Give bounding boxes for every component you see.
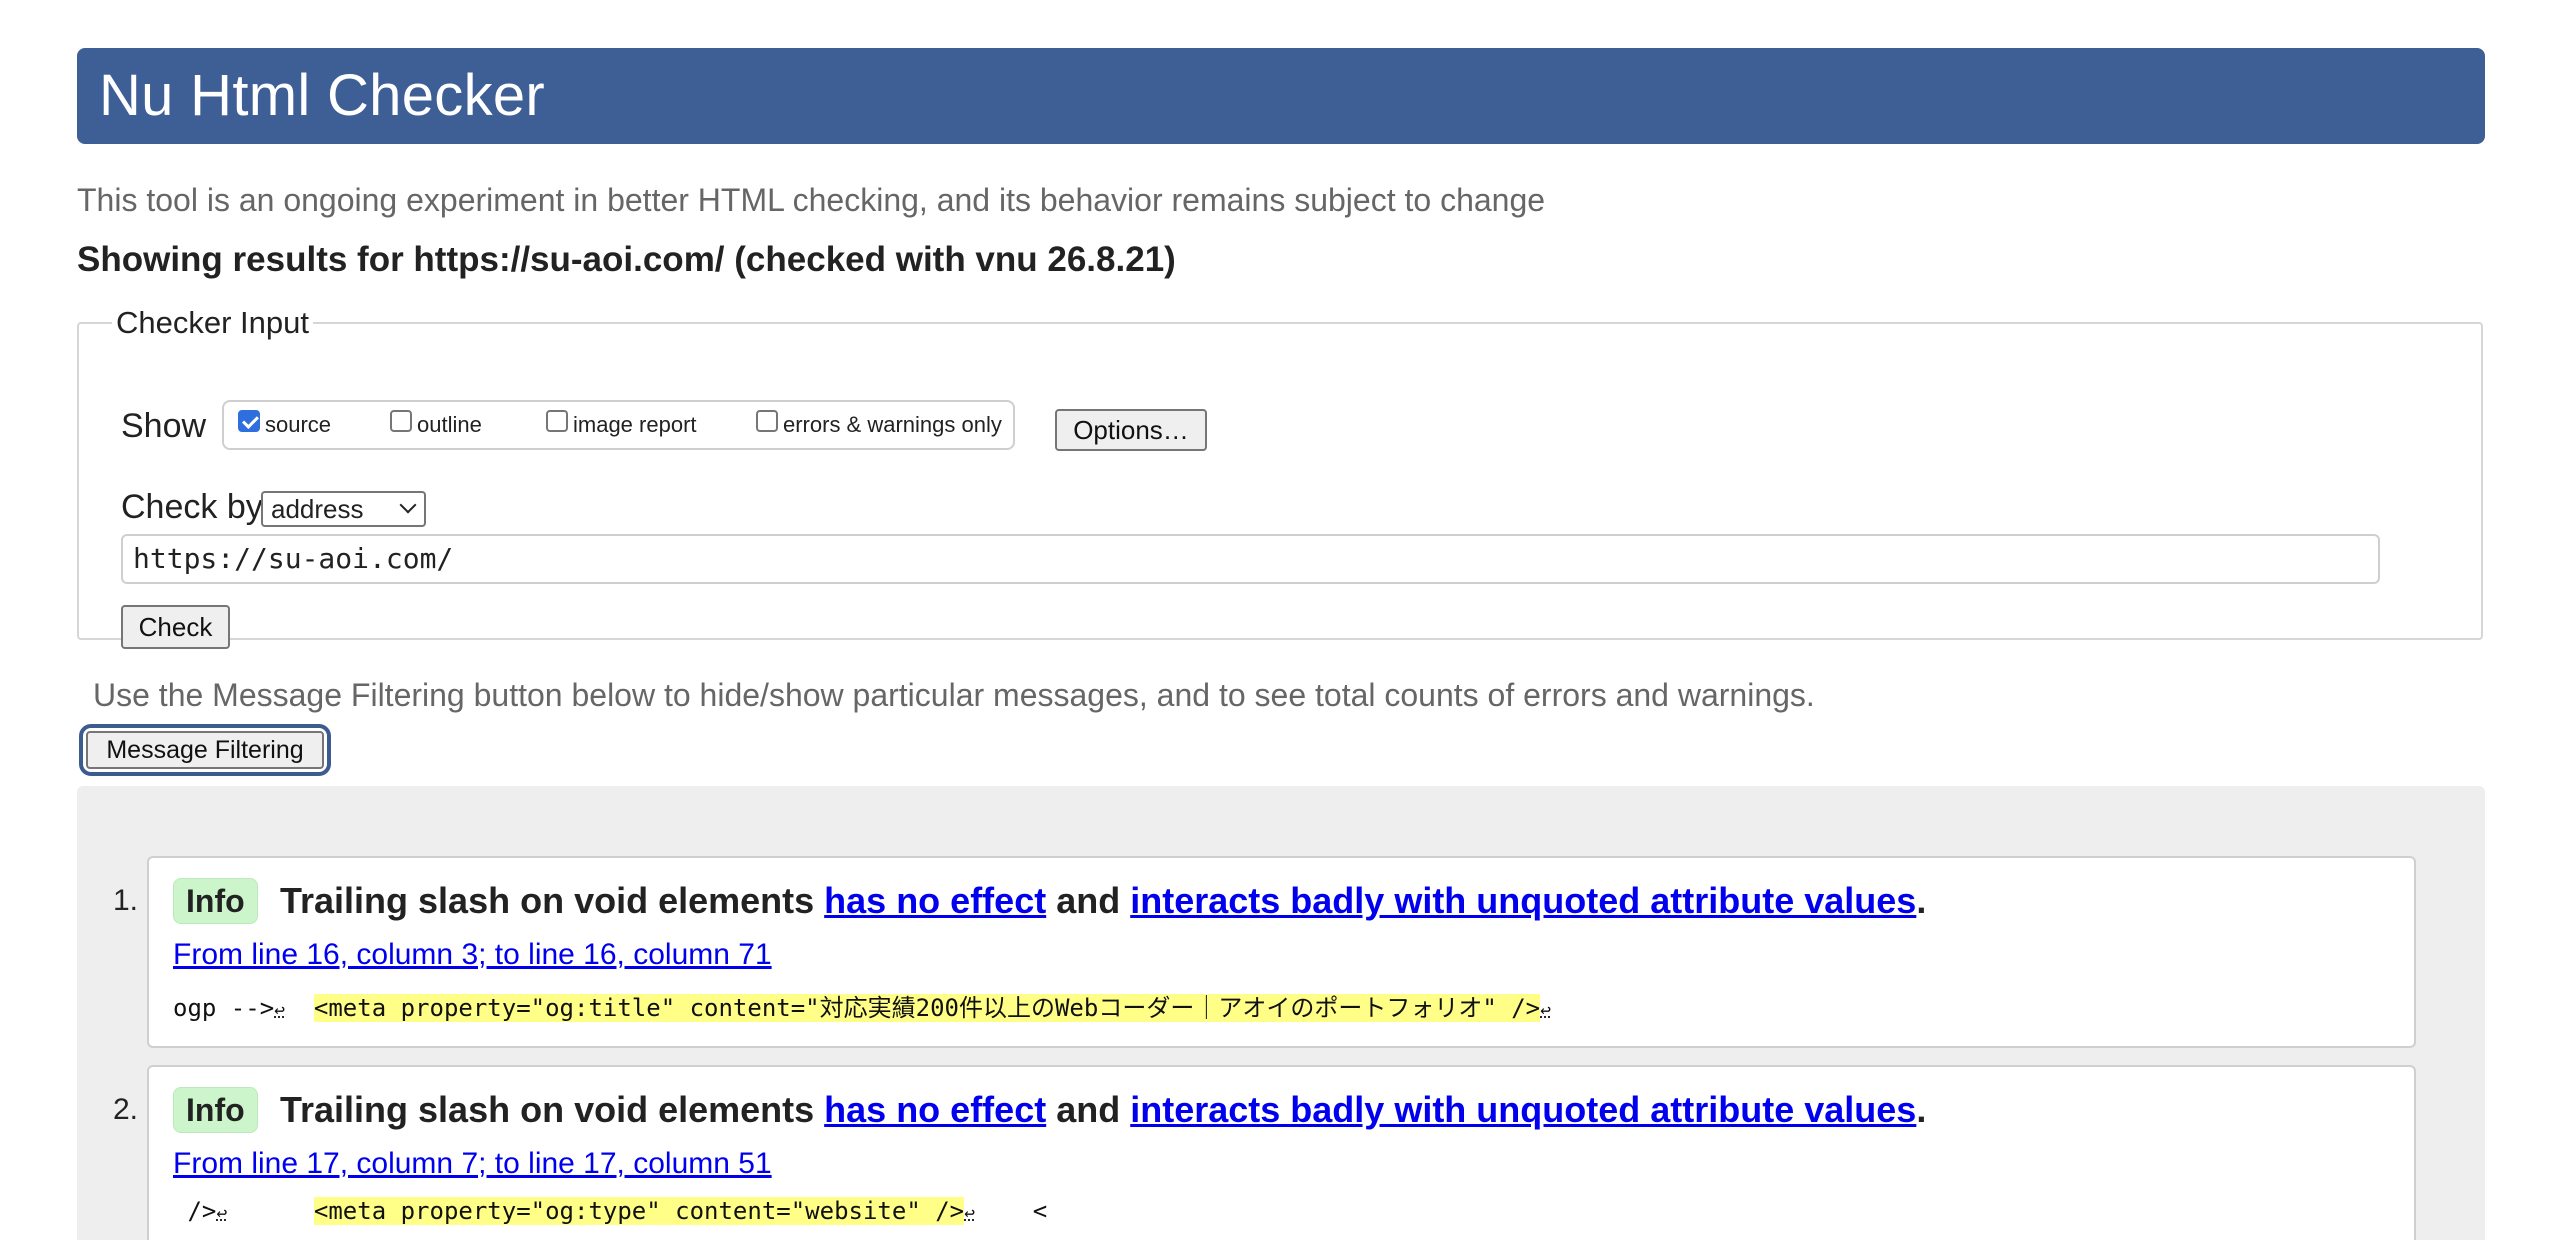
errors-warnings-only-checkbox-box[interactable] [756,410,778,432]
url-input[interactable]: https://su-aoi.com/ [121,534,2380,584]
message-text: Trailing slash on void elements has no e… [280,1089,1926,1131]
message-text-before: Trailing slash on void elements [280,880,825,921]
page-title: Nu Html Checker [99,63,546,128]
message-item: Info Trailing slash on void elements has… [147,1065,2416,1240]
image-report-checkbox-label: image report [573,412,697,437]
image-report-checkbox-box[interactable] [546,410,568,432]
image-report-checkbox[interactable]: image report [546,410,697,438]
check-by-label: Check by [121,488,263,526]
message-number: 1. [113,884,139,917]
errors-warnings-only-checkbox[interactable]: errors & warnings only [756,410,1002,438]
message-number: 2. [113,1093,139,1126]
message-text-before: Trailing slash on void elements [280,1089,825,1130]
message-text-after: . [1916,1089,1927,1130]
chevron-down-icon [399,496,417,514]
source-checkbox-box[interactable] [238,410,260,432]
checker-input-fieldset: Checker Input Show source outline image … [77,305,2483,649]
message-text: Trailing slash on void elements has no e… [280,880,1926,922]
results-heading: Showing results for https://su-aoi.com/ … [77,240,1176,279]
return-icon: ↩ [274,1000,285,1021]
checker-input-legend: Checker Input [116,305,309,340]
return-icon: ↩ [1540,1000,1551,1021]
message-item: Info Trailing slash on void elements has… [147,856,2416,1048]
source-extract: ogp -->↩ <meta property="og:title" conte… [173,988,1551,1023]
info-badge: Info [173,878,258,924]
unquoted-attribute-values-link[interactable]: interacts badly with unquoted attribute … [1130,880,1916,921]
source-pre: /> [173,1197,217,1225]
source-post: < [974,1197,1048,1225]
options-button[interactable]: Options… [1055,409,1207,451]
location-link[interactable]: From line 16, column 3; to line 16, colu… [173,938,772,972]
source-gap [227,1197,314,1225]
source-highlight: <meta property="og:type" content="websit… [313,1197,965,1225]
message-text-mid: and [1046,1089,1131,1130]
return-icon: ↩ [964,1203,975,1224]
source-extract: />↩ <meta property="og:type" content="we… [173,1197,1047,1225]
has-no-effect-link[interactable]: has no effect [824,1089,1046,1130]
return-icon: ↩ [216,1203,228,1224]
check-by-select-value: address [271,494,364,524]
page: Nu Html Checker This tool is an ongoing … [0,0,2560,1240]
message-text-after: . [1916,880,1927,921]
outline-checkbox[interactable]: outline [390,410,482,438]
filter-hint: Use the Message Filtering button below t… [93,677,1815,713]
header-bar: Nu Html Checker [77,48,2485,144]
source-checkbox-label: source [265,412,332,437]
has-no-effect-link[interactable]: has no effect [824,880,1046,921]
source-checkbox[interactable]: source [238,410,332,438]
message-filtering-button-label[interactable]: Message Filtering [86,731,324,769]
show-label: Show [121,407,207,445]
check-button[interactable]: Check [121,605,230,649]
location-link[interactable]: From line 17, column 7; to line 17, colu… [173,1147,772,1181]
message-filtering-button[interactable]: Message Filtering [79,724,331,776]
show-options-group: source outline image report errors & war… [222,400,1015,450]
outline-checkbox-label: outline [417,412,482,437]
message-text-mid: and [1046,880,1131,921]
source-gap [285,994,314,1022]
outline-checkbox-box[interactable] [390,410,412,432]
errors-warnings-only-checkbox-label: errors & warnings only [783,412,1002,437]
check-by-select[interactable]: address [261,491,426,527]
source-highlight: <meta property="og:title" content="対応実績2… [313,994,1541,1022]
info-badge: Info [173,1087,258,1133]
results-area: 1. Info Trailing slash on void elements … [77,786,2485,1240]
unquoted-attribute-values-link[interactable]: interacts badly with unquoted attribute … [1130,1089,1916,1130]
tagline: This tool is an ongoing experiment in be… [77,182,1546,218]
source-pre: ogp --> [173,994,275,1022]
